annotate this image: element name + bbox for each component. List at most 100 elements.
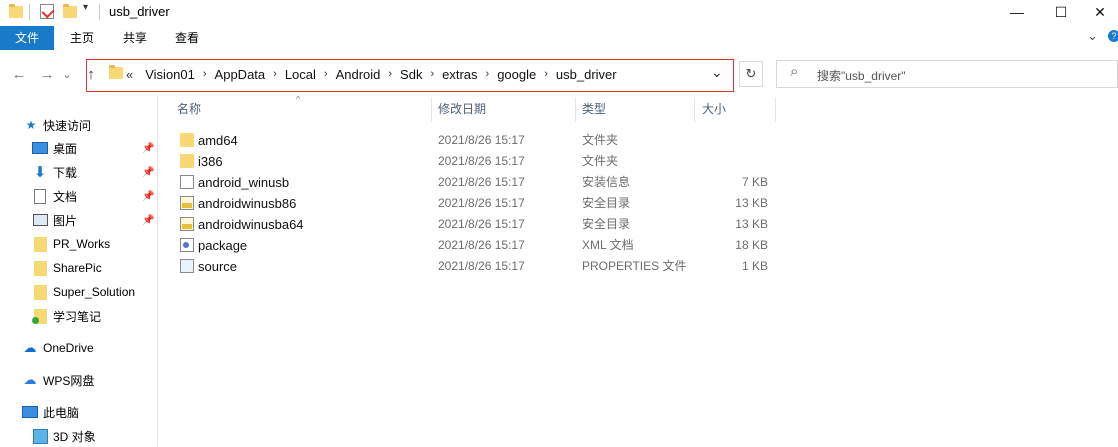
sidebar-item-desktop[interactable]: 桌面 xyxy=(32,137,77,159)
file-type: 文件夹 xyxy=(582,154,619,168)
table-row[interactable]: androidwinusba64 2021/8/26 15:17 安全目录 13 KB xyxy=(176,214,776,235)
sidebar-item-3d-objects[interactable]: 3D 对象 xyxy=(32,425,96,447)
sidebar-item-pr-works[interactable]: PR_Works xyxy=(32,233,110,255)
table-row[interactable]: source 2021/8/26 15:17 PROPERTIES 文件 1 KB xyxy=(176,256,776,277)
ribbon-expand-chevron-icon[interactable]: ⌄ xyxy=(1087,28,1098,44)
sidebar-item-label: SharePic xyxy=(53,261,102,275)
chevron-right-icon[interactable]: › xyxy=(386,68,394,80)
tab-share[interactable]: 共享 xyxy=(113,26,157,50)
customize-toolbar-dropdown-icon[interactable]: ▾ xyxy=(83,2,88,13)
chevron-right-icon[interactable]: › xyxy=(428,68,436,80)
file-type: XML 文档 xyxy=(582,238,634,252)
refresh-button[interactable]: ↻ xyxy=(739,61,763,87)
file-size xyxy=(700,151,768,172)
minimize-button[interactable]: — xyxy=(994,0,1040,24)
tab-home[interactable]: 主页 xyxy=(60,26,104,50)
address-overflow[interactable]: « xyxy=(126,67,139,82)
pin-icon[interactable]: 📌 xyxy=(142,143,154,154)
security-catalog-icon xyxy=(180,196,194,210)
sidebar-item-label: OneDrive xyxy=(43,341,94,355)
tab-view[interactable]: 查看 xyxy=(165,26,209,50)
crumb-sdk[interactable]: Sdk xyxy=(394,67,428,82)
file-date: 2021/8/26 15:17 xyxy=(438,154,525,168)
synced-folder-icon xyxy=(32,308,48,324)
sidebar-item-label: WPS网盘 xyxy=(43,373,95,388)
folder-icon xyxy=(32,260,48,276)
pin-icon[interactable]: 📌 xyxy=(142,167,154,178)
maximize-button[interactable]: ☐ xyxy=(1038,0,1084,24)
sidebar-item-onedrive[interactable]: ☁ OneDrive xyxy=(22,337,94,359)
search-placeholder: 搜索"usb_driver" xyxy=(817,69,906,83)
crumb-appdata[interactable]: AppData xyxy=(209,67,272,82)
chevron-right-icon[interactable]: › xyxy=(542,68,550,80)
cloud-icon: ☁ xyxy=(23,372,37,387)
table-row[interactable]: amd64 2021/8/26 15:17 文件夹 xyxy=(176,130,776,151)
pin-icon[interactable]: 📌 xyxy=(142,191,154,202)
file-name: i386 xyxy=(198,154,223,169)
column-header-type[interactable]: 类型 xyxy=(582,96,692,122)
sidebar-item-label: 下载 xyxy=(53,165,78,180)
column-divider[interactable] xyxy=(694,98,695,122)
crumb-local[interactable]: Local xyxy=(279,67,322,82)
search-icon: ⌕ xyxy=(790,63,799,80)
pin-icon[interactable]: 📌 xyxy=(142,215,154,226)
file-date: 2021/8/26 15:17 xyxy=(438,133,525,147)
address-folder-icon xyxy=(109,65,123,79)
file-type: 安全目录 xyxy=(582,196,631,210)
sidebar-item-downloads[interactable]: ⬇ 下载 xyxy=(32,161,77,183)
help-icon[interactable]: ? xyxy=(1108,30,1118,42)
column-divider[interactable] xyxy=(575,98,576,122)
sidebar-item-documents[interactable]: 文档 xyxy=(32,185,77,207)
file-size xyxy=(700,130,768,151)
recent-locations-chevron-icon[interactable]: ⌄ xyxy=(60,62,74,86)
sidebar-item-label: 快速访问 xyxy=(43,118,92,133)
sidebar-item-super-solution[interactable]: Super_Solution xyxy=(32,281,135,303)
crumb-extras[interactable]: extras xyxy=(436,67,483,82)
sidebar-item-label: 此电脑 xyxy=(43,405,80,420)
address-dropdown-chevron-icon[interactable]: ⌄ xyxy=(711,64,723,81)
sidebar-item-this-pc[interactable]: 此电脑 xyxy=(22,401,79,423)
sidebar-item-quick-access[interactable]: ★ 快速访问 xyxy=(24,114,91,136)
file-size: 13 KB xyxy=(735,196,768,210)
chevron-right-icon[interactable]: › xyxy=(201,68,209,80)
chevron-right-icon[interactable]: › xyxy=(322,68,330,80)
table-row[interactable]: android_winusb 2021/8/26 15:17 安装信息 7 KB xyxy=(176,172,776,193)
table-row[interactable]: i386 2021/8/26 15:17 文件夹 xyxy=(176,151,776,172)
new-folder-icon[interactable] xyxy=(63,4,77,18)
column-header-name[interactable]: 名称 xyxy=(177,96,429,122)
folder-icon xyxy=(32,236,48,252)
crumb-android[interactable]: Android xyxy=(330,67,387,82)
sidebar-item-pictures[interactable]: 图片 xyxy=(32,209,77,231)
column-divider[interactable] xyxy=(775,98,776,122)
crumb-vision01[interactable]: Vision01 xyxy=(139,67,201,82)
properties-icon[interactable] xyxy=(40,4,55,19)
crumb-google[interactable]: google xyxy=(491,67,542,82)
computer-icon xyxy=(22,405,38,419)
address-bar[interactable]: « Vision01 › AppData › Local › Android ›… xyxy=(126,62,752,86)
sidebar-item-sharepic[interactable]: SharePic xyxy=(32,257,102,279)
table-row[interactable]: androidwinusb86 2021/8/26 15:17 安全目录 13 KB xyxy=(176,193,776,214)
crumb-usb-driver[interactable]: usb_driver xyxy=(550,67,623,82)
window-title: usb_driver xyxy=(109,4,170,19)
file-size: 18 KB xyxy=(735,238,768,252)
chevron-right-icon[interactable]: › xyxy=(484,68,492,80)
sidebar-item-label: Super_Solution xyxy=(53,285,136,299)
sidebar-item-wps[interactable]: ☁ WPS网盘 xyxy=(22,369,95,391)
file-type: 文件夹 xyxy=(582,133,619,147)
file-name: package xyxy=(198,238,248,253)
column-header-size[interactable]: 大小 xyxy=(702,96,774,122)
title-divider xyxy=(99,4,100,20)
column-header-date[interactable]: 修改日期 xyxy=(438,96,574,122)
file-name: android_winusb xyxy=(198,175,290,190)
sidebar-item-study-notes[interactable]: 学习笔记 xyxy=(32,305,101,327)
file-date: 2021/8/26 15:17 xyxy=(438,175,525,189)
tab-file[interactable]: 文件 xyxy=(0,26,54,50)
column-divider[interactable] xyxy=(431,98,432,122)
forward-button[interactable]: → xyxy=(36,62,58,86)
download-icon: ⬇ xyxy=(33,164,47,181)
file-name: amd64 xyxy=(198,133,238,148)
back-button[interactable]: ← xyxy=(8,62,30,86)
chevron-right-icon[interactable]: › xyxy=(271,68,279,80)
table-row[interactable]: package 2021/8/26 15:17 XML 文档 18 KB xyxy=(176,235,776,256)
close-button[interactable]: ✕ xyxy=(1082,0,1118,24)
